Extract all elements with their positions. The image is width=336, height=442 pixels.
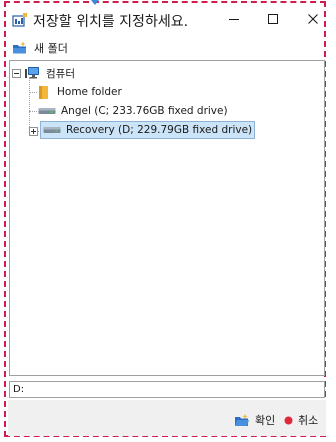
tree-node-label: Angel (C; 233.76GB fixed drive): [61, 105, 228, 117]
toolbar: 새 폴더: [8, 36, 326, 60]
drive-icon: [38, 108, 56, 114]
minimize-icon: [229, 19, 239, 20]
path-input[interactable]: D:: [9, 381, 325, 398]
tree-connector: [29, 111, 37, 112]
tree-node-drive-c[interactable]: Angel (C; 233.76GB fixed drive): [38, 102, 228, 120]
close-icon: [308, 14, 318, 24]
maximize-button[interactable]: [258, 7, 288, 31]
dialog-footer: 확인 취소: [8, 400, 326, 436]
title-bar[interactable]: 저장할 위치를 지정하세요.: [8, 5, 326, 35]
tree-node-computer[interactable]: 컴퓨터: [12, 64, 75, 82]
cancel-dot-icon: [284, 416, 293, 424]
tree-node-label: Home folder: [57, 86, 122, 98]
expand-toggle[interactable]: [29, 127, 38, 136]
collapse-toggle[interactable]: [12, 68, 21, 78]
folder-open-icon: [235, 413, 249, 426]
folder-tree[interactable]: 컴퓨터 Home folder Angel (C; 233.76GB fixed…: [9, 60, 325, 376]
new-folder-button[interactable]: 새 폴더: [12, 38, 68, 58]
ok-button[interactable]: 확인: [234, 412, 275, 428]
cancel-button[interactable]: 취소: [284, 412, 318, 428]
tree-node-home-folder[interactable]: Home folder: [38, 83, 122, 101]
tree-node-label: Recovery (D; 229.79GB fixed drive): [66, 124, 253, 136]
computer-icon: [25, 67, 39, 79]
drive-icon: [43, 127, 61, 133]
ok-label: 확인: [255, 414, 276, 427]
maximize-icon: [268, 14, 278, 24]
new-folder-label: 새 폴더: [34, 42, 68, 55]
cancel-label: 취소: [298, 414, 319, 427]
tree-connector: [29, 77, 30, 131]
new-folder-icon: [13, 41, 26, 54]
close-button[interactable]: [298, 7, 328, 31]
app-icon: [12, 13, 27, 27]
tree-node-label: 컴퓨터: [46, 67, 75, 80]
window-title: 저장할 위치를 지정하세요.: [33, 14, 189, 30]
tree-node-drive-d[interactable]: Recovery (D; 229.79GB fixed drive): [40, 121, 256, 139]
folder-icon: [39, 85, 48, 99]
minimize-button[interactable]: [219, 7, 249, 31]
tree-connector: [29, 92, 37, 93]
